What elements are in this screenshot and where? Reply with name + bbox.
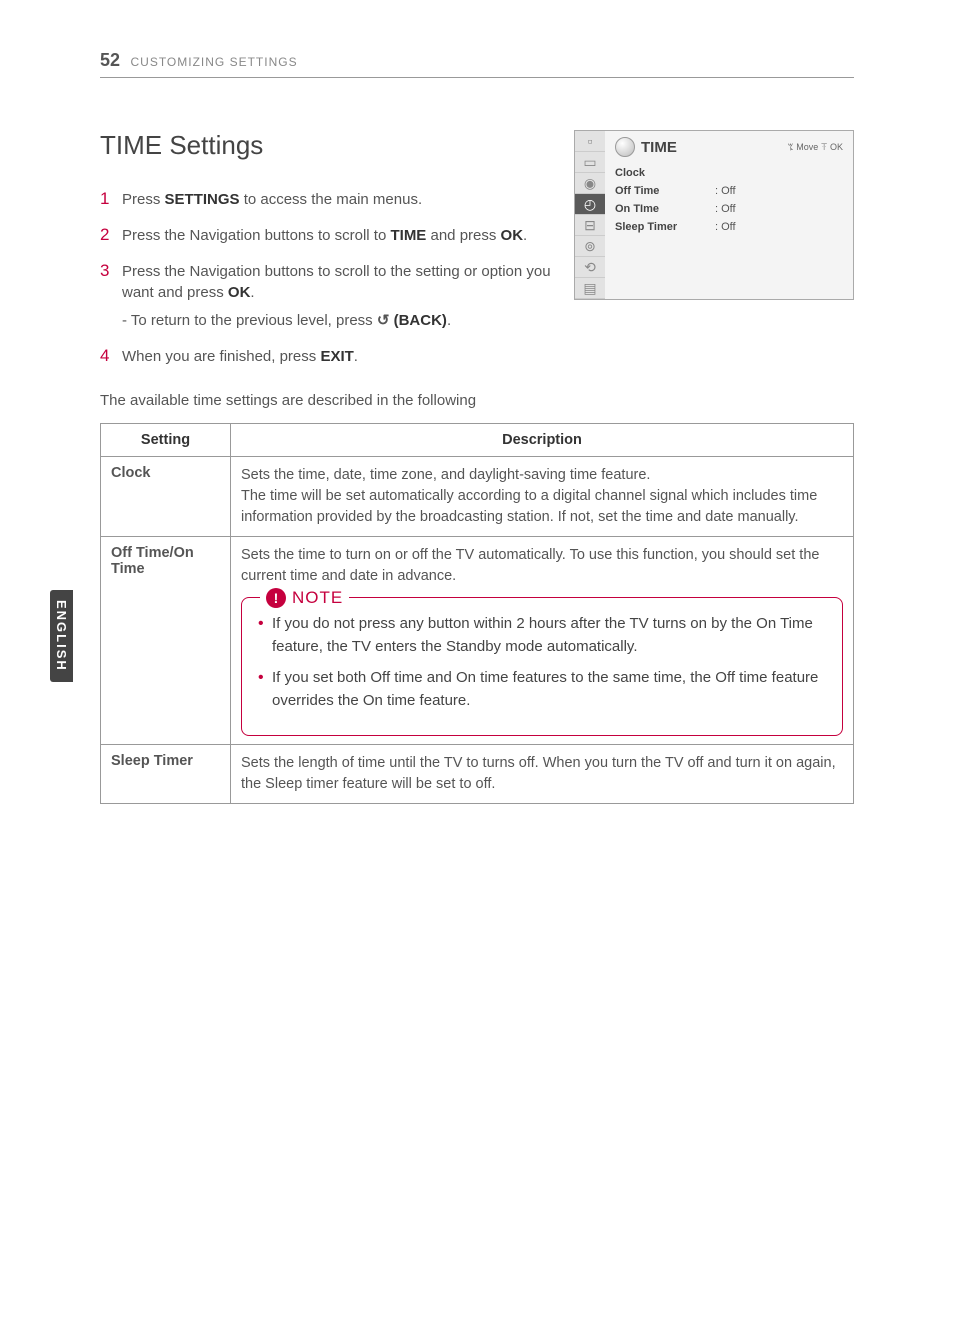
note-item: If you set both Off time and On time fea…: [258, 666, 826, 713]
step-text-post2: .: [523, 227, 527, 244]
col-header-setting: Setting: [101, 423, 231, 456]
table-row: Off Time/On Time Sets the time to turn o…: [101, 536, 854, 744]
step-text-post: to access the main menus.: [240, 191, 423, 208]
step-sub-post: .: [447, 312, 451, 329]
table-row: Clock Sets the time, date, time zone, an…: [101, 456, 854, 536]
step-text-bold: EXIT: [320, 348, 353, 365]
table-intro: The available time settings are describe…: [100, 392, 854, 409]
step-sub-bold: (BACK): [389, 312, 447, 329]
note-item: If you do not press any button within 2 …: [258, 612, 826, 659]
warning-icon: !: [266, 588, 286, 608]
step-text-pre: Press: [122, 191, 165, 208]
step-text-bold: OK: [228, 284, 251, 301]
step-text-bold: SETTINGS: [165, 191, 240, 208]
row-desc-clock: Sets the time, date, time zone, and dayl…: [231, 456, 854, 536]
step-text-pre: Press the Navigation buttons to scroll t…: [122, 227, 390, 244]
back-icon: ↺: [377, 310, 390, 332]
steps-list: 1 Press SETTINGS to access the main menu…: [100, 189, 854, 368]
page-number: 52: [100, 50, 120, 70]
step-number: 1: [100, 189, 122, 211]
table-row: Sleep Timer Sets the length of time unti…: [101, 744, 854, 803]
step-3: 3 Press the Navigation buttons to scroll…: [100, 261, 580, 332]
step-number: 2: [100, 225, 122, 247]
main-content: TIME Settings 1 Press SETTINGS to access…: [100, 130, 854, 804]
step-text: Press the Navigation buttons to scroll t…: [122, 225, 527, 247]
language-tab: ENGLISH: [50, 590, 73, 682]
settings-table: Setting Description Clock Sets the time,…: [100, 423, 854, 804]
step-text: When you are finished, press EXIT.: [122, 346, 358, 368]
step-text: Press SETTINGS to access the main menus.: [122, 189, 422, 211]
row-desc-off-on-time: Sets the time to turn on or off the TV a…: [231, 536, 854, 744]
row-label-sleep-timer: Sleep Timer: [101, 744, 231, 803]
step-number: 3: [100, 261, 122, 332]
step-sub-pre: - To return to the previous level, press: [122, 312, 377, 329]
row-label-clock: Clock: [101, 456, 231, 536]
row-desc-text: Sets the time to turn on or off the TV a…: [241, 547, 819, 584]
col-header-description: Description: [231, 423, 854, 456]
step-subtext: - To return to the previous level, press…: [122, 310, 580, 332]
note-label: NOTE: [292, 586, 343, 611]
step-text-bold: TIME: [390, 227, 426, 244]
row-label-off-on-time: Off Time/On Time: [101, 536, 231, 744]
note-callout: ! NOTE If you do not press any button wi…: [241, 597, 843, 736]
step-text: Press the Navigation buttons to scroll t…: [122, 261, 580, 332]
step-number: 4: [100, 346, 122, 368]
row-desc-sleep-timer: Sets the length of time until the TV to …: [231, 744, 854, 803]
step-text-post: .: [250, 284, 254, 301]
note-list: If you do not press any button within 2 …: [258, 612, 826, 713]
step-text-post: and press: [426, 227, 500, 244]
note-legend: ! NOTE: [260, 586, 349, 611]
step-text-pre: When you are finished, press: [122, 348, 320, 365]
page-header: 52 CUSTOMIZING SETTINGS: [100, 50, 854, 78]
page-section-title: CUSTOMIZING SETTINGS: [130, 55, 297, 69]
page-title: TIME Settings: [100, 130, 854, 161]
step-text-bold2: OK: [501, 227, 524, 244]
step-4: 4 When you are finished, press EXIT.: [100, 346, 580, 368]
step-1: 1 Press SETTINGS to access the main menu…: [100, 189, 580, 211]
step-text-pre: Press the Navigation buttons to scroll t…: [122, 263, 551, 302]
step-2: 2 Press the Navigation buttons to scroll…: [100, 225, 580, 247]
step-text-post: .: [354, 348, 358, 365]
